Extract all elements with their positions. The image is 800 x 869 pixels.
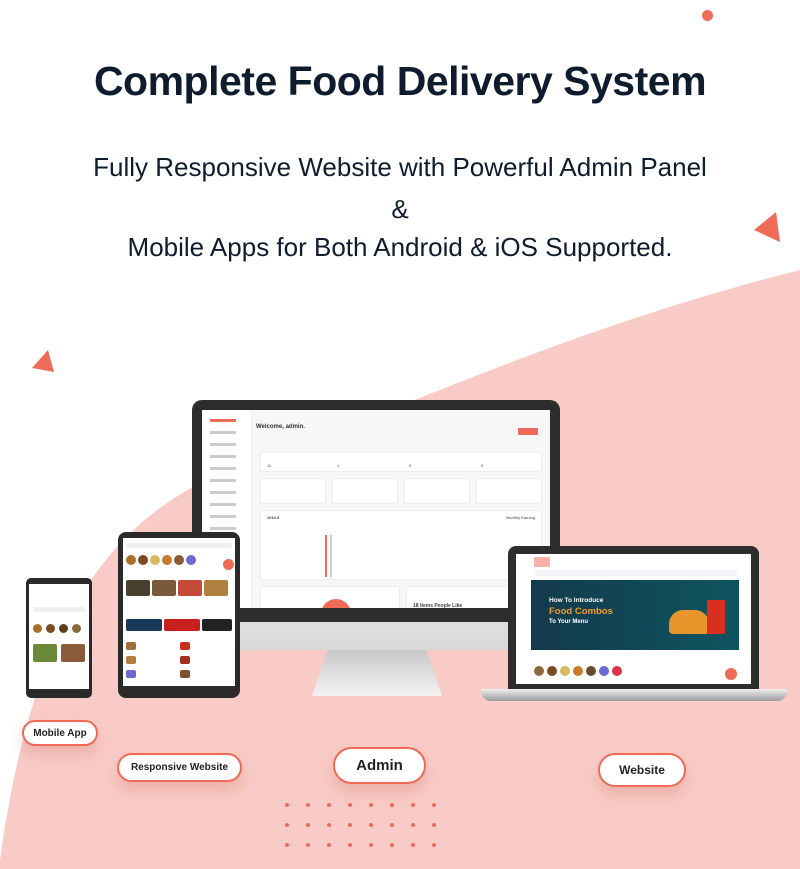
- dot-grid-decoration: [285, 803, 453, 847]
- responsive-website-label[interactable]: Responsive Website: [117, 753, 242, 782]
- stat-value: 1: [337, 463, 340, 468]
- subtitle-ampersand: &: [391, 194, 409, 224]
- phone-search-bar: [33, 607, 85, 612]
- admin-metric-card: [260, 478, 326, 504]
- mobile-app-label[interactable]: Mobile App: [22, 720, 98, 746]
- hero-banner: How To Introduce Food Combos To Your Men…: [531, 580, 739, 650]
- dot-decoration: [702, 10, 713, 21]
- website-screen: How To Introduce Food Combos To Your Men…: [516, 554, 751, 684]
- laptop-base: [481, 689, 787, 701]
- admin-screen: Welcome, admin. 11 1 0 0 1016.9 Monthly …: [202, 410, 550, 608]
- admin-welcome: Welcome, admin.: [256, 424, 305, 430]
- admin-earning-chart: 1016.9 Monthly Earning: [260, 510, 542, 580]
- banner-line-3: To Your Menu: [549, 619, 588, 625]
- burger-image: [669, 610, 709, 634]
- admin-metric-card: [404, 478, 470, 504]
- stat-value: 11: [267, 463, 272, 468]
- admin-stats-card: 11 1 0 0: [260, 452, 542, 472]
- business-overview-card: [260, 586, 400, 608]
- website-label[interactable]: Website: [598, 753, 686, 787]
- banner-line-1: How To Introduce: [549, 597, 604, 604]
- website-logo: [534, 557, 550, 567]
- admin-products-button: [518, 428, 538, 435]
- phone-device: [26, 578, 92, 698]
- admin-monitor: Welcome, admin. 11 1 0 0 1016.9 Monthly …: [192, 400, 560, 622]
- tablet-search-bar: [126, 543, 232, 548]
- laptop-device: How To Introduce Food Combos To Your Men…: [508, 546, 759, 690]
- website-search-bar: [534, 570, 738, 576]
- stat-value: 0: [481, 463, 484, 468]
- chart-bar: [330, 535, 332, 577]
- chart-total: 1016.9: [267, 515, 280, 520]
- subtitle-line-1: Fully Responsive Website with Powerful A…: [93, 152, 707, 182]
- subtitle-line-2: Mobile Apps for Both Android & iOS Suppo…: [127, 232, 673, 262]
- phone-screen: [29, 584, 89, 689]
- banner-line-2: Food Combos: [549, 606, 613, 617]
- admin-metric-card: [476, 478, 542, 504]
- admin-metric-card: [332, 478, 398, 504]
- fries-image: [707, 600, 725, 634]
- stat-value: 0: [409, 463, 412, 468]
- reports-title: 18 Items People Like: [413, 603, 463, 608]
- page-title: Complete Food Delivery System: [93, 58, 707, 104]
- triangle-decoration: [32, 350, 54, 372]
- tablet-device: [118, 532, 240, 698]
- admin-label[interactable]: Admin: [333, 747, 426, 784]
- chart-bar: [325, 535, 327, 577]
- tablet-screen: [123, 538, 235, 686]
- monitor-stand: [312, 650, 442, 696]
- chart-label: Monthly Earning: [506, 515, 535, 520]
